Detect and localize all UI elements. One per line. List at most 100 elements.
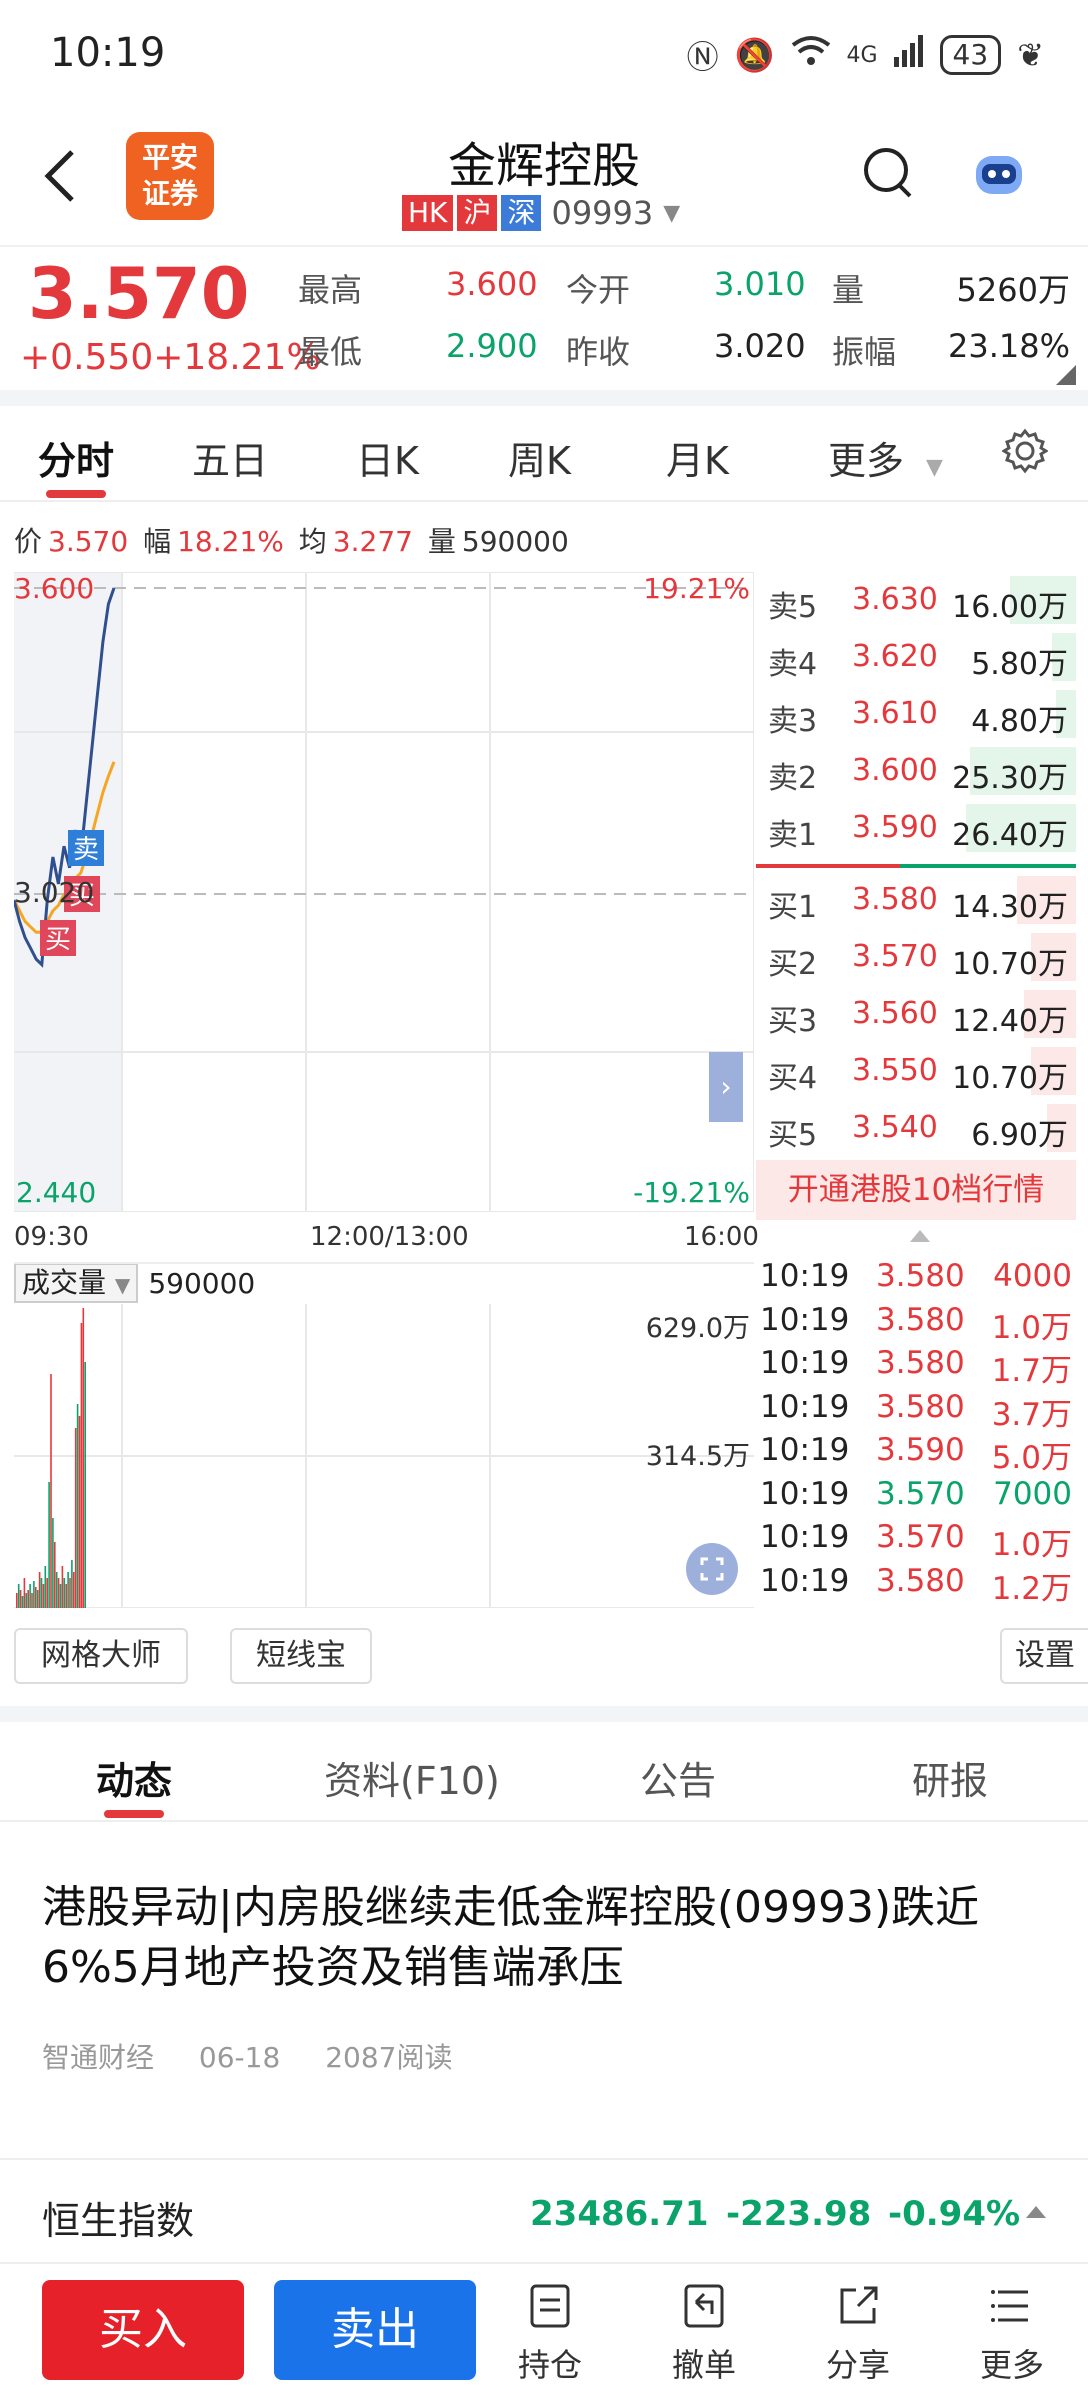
index-name: 恒生指数 (42, 2199, 195, 2243)
tab-research[interactable]: 研报 (912, 1750, 988, 1805)
volume-bar (61, 1566, 64, 1608)
ask-row[interactable]: 卖1 3.590 26.40万 (756, 800, 1076, 856)
tick-volume: 5.0万 (991, 1440, 1072, 1476)
section-divider (0, 390, 1088, 406)
stock-header: 平安 证券 金辉控股 HK 沪 深 09993 ▼ (0, 110, 1088, 245)
volume-bar (35, 1587, 37, 1608)
news-article[interactable]: 港股异动|内房股继续走低金辉控股(09993)跌近6%5月地产投资及销售端承压 … (42, 1878, 1052, 2076)
level-price: 3.540 (852, 1110, 938, 1145)
ask-row[interactable]: 卖2 3.600 25.30万 (756, 743, 1076, 799)
prev-close-label: 昨收 (566, 333, 631, 371)
tag-sz: 深 (501, 195, 542, 231)
settings-button[interactable]: 设置 (1000, 1628, 1088, 1684)
volume-value: 590000 (148, 1266, 256, 1300)
level-volume: 12.40万 (952, 1004, 1068, 1039)
menu-icon (991, 2290, 1028, 2322)
tab-weekly-k[interactable]: 周K (508, 430, 571, 485)
bid-row[interactable]: 买5 3.540 6.90万 (756, 1100, 1076, 1156)
tick-row: 10:19 3.580 1.0万 (760, 1302, 1076, 1346)
ask-row[interactable]: 卖4 3.620 5.80万 (756, 629, 1076, 685)
tab-intraday[interactable]: 分时 (38, 430, 114, 485)
tab-news[interactable]: 动态 (96, 1750, 172, 1805)
tick-row: 10:19 3.570 1.0万 (760, 1519, 1076, 1563)
level-volume: 6.90万 (971, 1118, 1068, 1153)
level-label: 买1 (768, 890, 818, 925)
grid-master-button[interactable]: 网格大师 (14, 1628, 188, 1684)
bid-row[interactable]: 买1 3.580 14.30万 (756, 872, 1076, 928)
volume-bar (33, 1581, 35, 1608)
ask-row[interactable]: 卖3 3.610 4.80万 (756, 686, 1076, 742)
volume-bar (54, 1542, 56, 1608)
level-price: 3.560 (852, 996, 938, 1031)
level-label: 买3 (768, 1004, 818, 1039)
chart-period-tabs: 分时 五日 日K 周K 月K 更多 ▼ (0, 410, 1088, 502)
volume-bar (21, 1596, 24, 1608)
section-divider (0, 1706, 1088, 1722)
change-value: +0.550 (20, 337, 154, 378)
volume-bar (48, 1482, 50, 1608)
tick-volume: 7000 (993, 1475, 1072, 1512)
chevron-right-icon[interactable]: › (709, 1052, 743, 1122)
volume-top-border (14, 1262, 754, 1264)
level-label: 买2 (768, 947, 818, 982)
buy-marker[interactable]: 买 (40, 920, 76, 956)
volume-label: 成交量 (22, 1266, 107, 1299)
intraday-chart[interactable]: 买卖买 3.600 19.21% 3.020 2.440 -19.21% › (12, 571, 755, 1213)
sell-marker[interactable]: 卖 (68, 830, 104, 866)
nav-positions[interactable]: 持仓 (490, 2282, 610, 2392)
ask-row[interactable]: 卖5 3.630 16.00万 (756, 572, 1076, 628)
nav-cancel-order[interactable]: 撤单 (644, 2282, 764, 2392)
gear-icon[interactable] (1002, 428, 1048, 474)
caret-up-icon[interactable] (910, 1230, 930, 1242)
status-icons: Ⓝ 🔕 4G 43 ❦ (687, 32, 1044, 78)
tab-daily-k[interactable]: 日K (356, 430, 419, 485)
volume-bar (27, 1590, 29, 1608)
tab-monthly-k[interactable]: 月K (666, 430, 729, 485)
last-price: 3.570 (28, 253, 250, 335)
tick-volume: 1.2万 (991, 1570, 1072, 1607)
search-button[interactable] (862, 146, 914, 202)
level-volume: 16.00万 (952, 590, 1068, 625)
nav-share[interactable]: 分享 (798, 2282, 918, 2392)
expand-corner-icon[interactable] (1056, 365, 1076, 385)
tab-announcements[interactable]: 公告 (640, 1750, 716, 1805)
volume-bar (57, 1578, 60, 1608)
level-price: 3.600 (852, 753, 938, 788)
volume-bar (38, 1572, 41, 1608)
buy-button[interactable]: 买入 (42, 2280, 244, 2380)
high-value: 3.600 (446, 265, 538, 303)
fullscreen-button[interactable] (686, 1543, 738, 1595)
caret-down-icon: ▼ (926, 455, 943, 480)
volume-indicator-select[interactable]: 成交量 ▼ (14, 1263, 139, 1303)
tab-five-day[interactable]: 五日 (192, 430, 268, 485)
tab-more[interactable]: 更多 ▼ (828, 430, 943, 485)
tick-price: 3.580 (876, 1388, 965, 1425)
bid-row[interactable]: 买3 3.560 12.40万 (756, 986, 1076, 1042)
price-chart-svg: 买卖买 (12, 571, 755, 1213)
book-divider (756, 864, 1076, 868)
bid-row[interactable]: 买2 3.570 10.70万 (756, 929, 1076, 985)
volume-bar (23, 1578, 26, 1608)
nav-more[interactable]: 更多 (952, 2282, 1072, 2392)
nfc-icon: Ⓝ (686, 38, 719, 76)
bid-row[interactable]: 买4 3.550 10.70万 (756, 1043, 1076, 1099)
status-bar: 10:19 Ⓝ 🔕 4G 43 ❦ (0, 0, 1088, 110)
assistant-button[interactable] (970, 148, 1028, 200)
level-price: 3.570 (852, 939, 938, 974)
tab-f10[interactable]: 资料(F10) (324, 1750, 500, 1805)
upgrade-quote-banner[interactable]: 开通港股10档行情 (756, 1160, 1076, 1220)
sell-button[interactable]: 卖出 (274, 2280, 476, 2380)
network-type: 4G (846, 42, 878, 68)
index-ticker[interactable]: 恒生指数 23486.71 -223.98 -0.94% (0, 2158, 1088, 2264)
robot-icon (976, 156, 1022, 194)
level-label: 买4 (768, 1061, 818, 1096)
stock-code: 09993 (551, 194, 654, 232)
y-bottom-label: 2.440 (16, 1176, 97, 1209)
short-trade-button[interactable]: 短线宝 (230, 1628, 372, 1684)
open-value: 3.010 (714, 265, 806, 303)
tick-volume: 3.7万 (991, 1396, 1072, 1433)
change-percent: +18.21% (153, 337, 321, 378)
caret-down-icon: ▼ (114, 1273, 131, 1297)
stock-tags[interactable]: HK 沪 深 09993 ▼ (402, 194, 680, 232)
tick-row: 10:19 3.590 5.0万 (760, 1432, 1076, 1476)
